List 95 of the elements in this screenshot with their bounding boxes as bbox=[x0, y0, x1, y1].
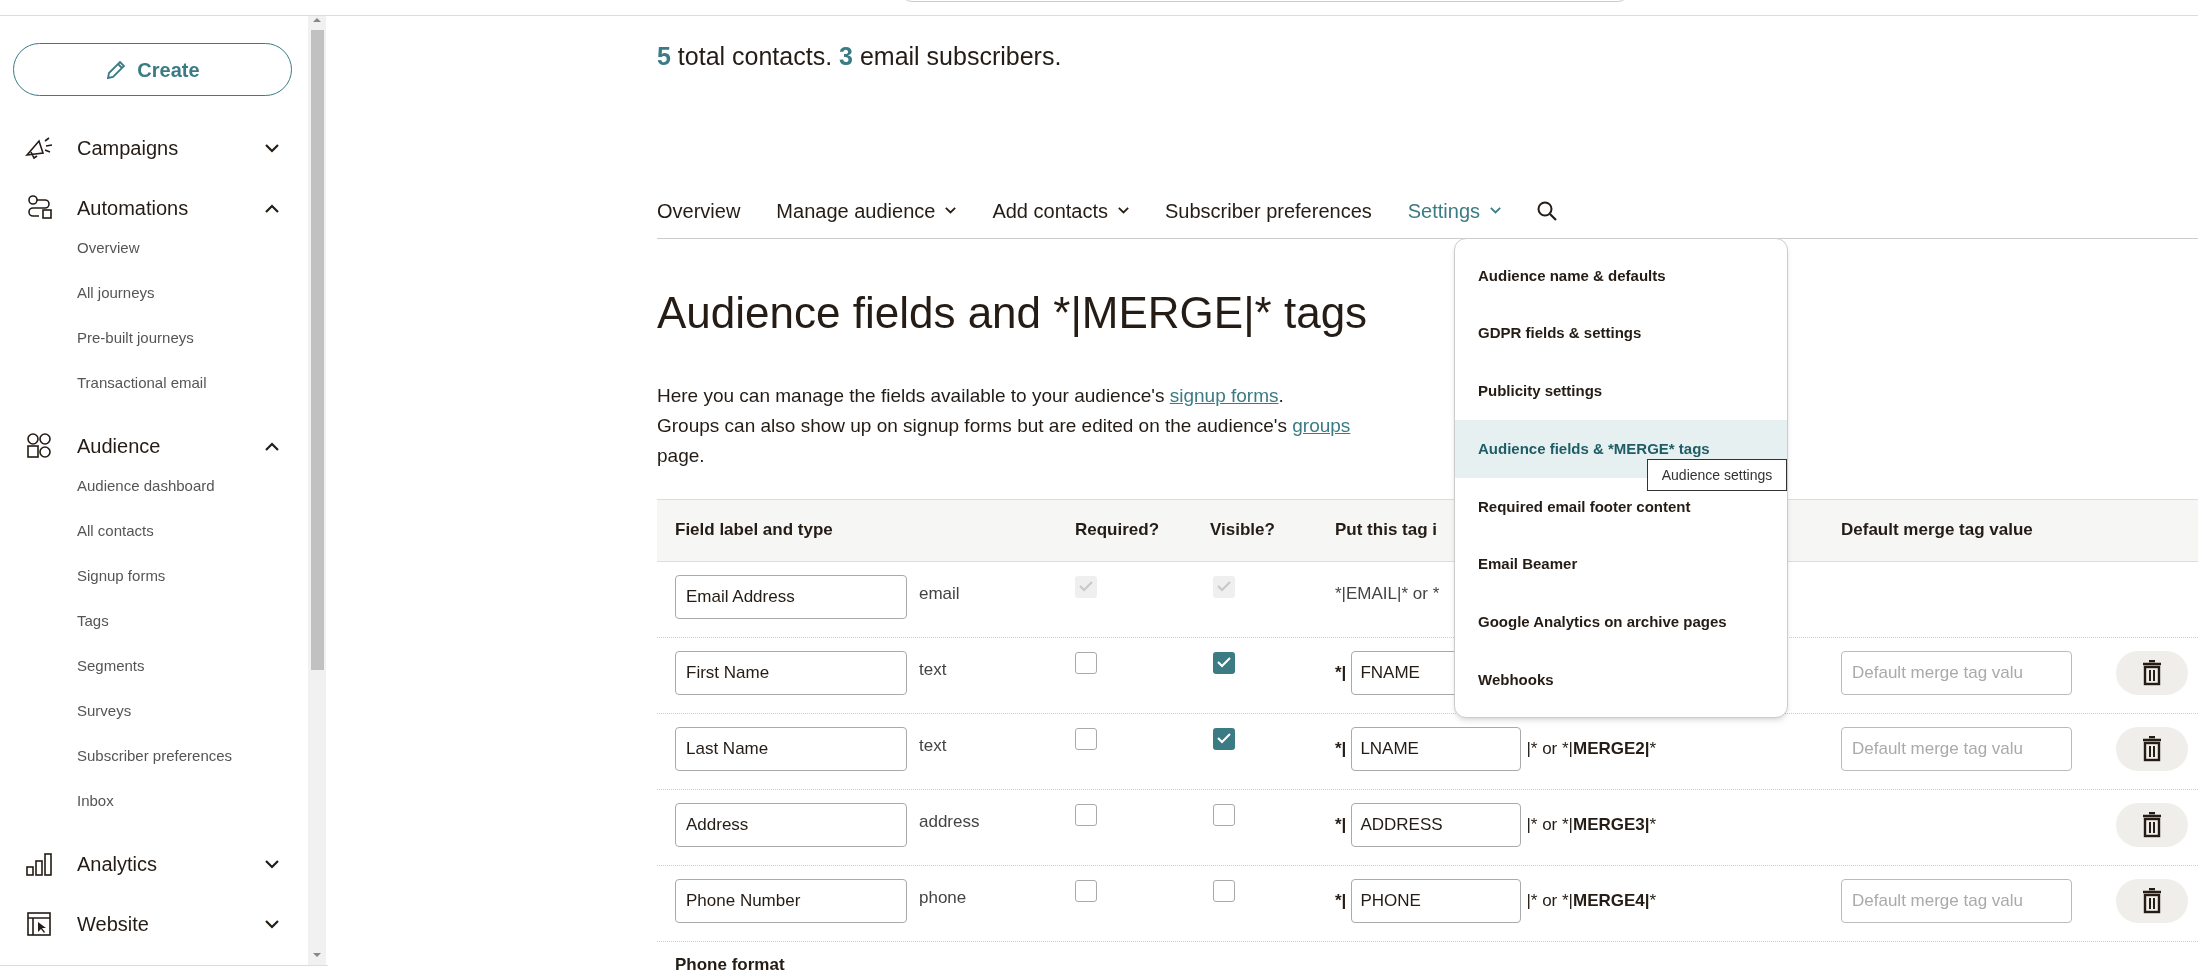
checkbox[interactable] bbox=[1213, 651, 1235, 674]
column-header: Default merge tag value bbox=[1841, 520, 2033, 540]
text-link[interactable]: signup forms bbox=[1169, 384, 1279, 406]
text-field[interactable]: First Name bbox=[675, 650, 907, 695]
check-icon bbox=[1217, 581, 1231, 592]
tag-field[interactable]: LNAME bbox=[1351, 726, 1522, 771]
nav-tab[interactable]: Add contacts bbox=[992, 195, 1129, 226]
nav-subitem[interactable]: Surveys bbox=[77, 701, 132, 721]
nav-subitem[interactable]: Signup forms bbox=[77, 566, 166, 586]
text-field[interactable]: Email Address bbox=[675, 574, 907, 619]
text-link[interactable]: groups bbox=[1292, 414, 1351, 436]
checkbox[interactable] bbox=[1075, 879, 1097, 902]
nav-subitem[interactable]: All journeys bbox=[77, 283, 155, 303]
default-value-field[interactable]: Default merge tag valu bbox=[1841, 726, 2072, 771]
checkbox[interactable] bbox=[1075, 803, 1097, 826]
pencil-icon bbox=[105, 58, 128, 81]
nav-subitem[interactable]: Overview bbox=[77, 238, 140, 258]
nav-subitem[interactable]: Segments bbox=[77, 656, 145, 676]
text-field[interactable]: Last Name bbox=[675, 726, 907, 771]
chevron-up-icon[interactable] bbox=[265, 203, 279, 213]
trash-icon bbox=[2142, 887, 2162, 914]
column-header: Field label and type bbox=[675, 520, 833, 540]
tag-delimiter: *| bbox=[1335, 737, 1347, 760]
nav-tab[interactable]: Manage audience bbox=[776, 195, 957, 226]
checkbox[interactable] bbox=[1213, 727, 1235, 750]
menu-item[interactable]: GDPR fields & settings bbox=[1455, 304, 1787, 363]
checkbox[interactable] bbox=[1075, 651, 1097, 674]
default-value-field[interactable]: Default merge tag valu bbox=[1841, 650, 2072, 695]
menu-item[interactable]: Google Analytics on archive pages bbox=[1455, 593, 1787, 652]
field-type: text bbox=[919, 658, 947, 681]
merge-tag-text: |* or *|MERGE3|* bbox=[1526, 813, 1657, 836]
field-type: address bbox=[919, 810, 980, 833]
trash-icon bbox=[2142, 659, 2162, 686]
megaphone-icon bbox=[25, 135, 55, 161]
search-icon[interactable] bbox=[1537, 200, 1558, 221]
menu-item[interactable]: Audience name & defaults bbox=[1455, 247, 1787, 305]
nav-subitem[interactable]: Subscriber preferences bbox=[77, 746, 233, 766]
nav-item[interactable]: Analytics bbox=[77, 849, 265, 879]
column-header: Put this tag i bbox=[1335, 520, 1437, 540]
flow-icon bbox=[25, 194, 55, 222]
check-icon bbox=[1217, 657, 1231, 668]
checkbox[interactable] bbox=[1075, 727, 1097, 750]
chevron-down-icon[interactable] bbox=[265, 859, 279, 869]
chevron-down-icon[interactable] bbox=[265, 919, 279, 929]
nav-item[interactable]: Automations bbox=[77, 193, 265, 223]
tag-delimiter: *| bbox=[1335, 813, 1347, 836]
text-field[interactable]: Phone Number bbox=[675, 878, 907, 923]
tag-delimiter: *| bbox=[1335, 661, 1347, 684]
merge-tag-text: |* or *|MERGE4|* bbox=[1526, 889, 1657, 912]
nav-subitem[interactable]: Inbox bbox=[77, 791, 114, 811]
checkbox[interactable] bbox=[1213, 803, 1235, 826]
delete-button[interactable] bbox=[2116, 650, 2188, 695]
nav-tab[interactable]: Settings bbox=[1407, 195, 1502, 226]
nav-subitem[interactable]: All contacts bbox=[77, 521, 154, 541]
scrollbar-thumb[interactable] bbox=[310, 30, 324, 670]
section-label: Phone format bbox=[675, 953, 785, 976]
nav-subitem[interactable]: Tags bbox=[77, 611, 109, 631]
check-icon bbox=[1079, 581, 1093, 592]
tag-field[interactable]: PHONE bbox=[1351, 878, 1522, 923]
nav-subitem[interactable]: Pre-built journeys bbox=[77, 328, 194, 348]
page-heading: Audience fields and *|MERGE|* tags bbox=[657, 286, 1368, 339]
trash-icon bbox=[2142, 735, 2162, 762]
trash-icon bbox=[2142, 811, 2162, 838]
nav-tab[interactable]: Overview bbox=[657, 195, 741, 226]
merge-tag-text: |* or *|MERGE2|* bbox=[1526, 737, 1657, 760]
tag-field[interactable]: ADDRESS bbox=[1351, 802, 1522, 847]
check-icon bbox=[1217, 733, 1231, 744]
menu-item[interactable]: Email Beamer bbox=[1455, 535, 1787, 594]
scrollbar[interactable] bbox=[308, 16, 326, 965]
contact-summary: 5 total contacts. 3 email subscribers. bbox=[657, 41, 1062, 72]
text-field[interactable]: Address bbox=[675, 802, 907, 847]
merge-tag-text: *|EMAIL|* or * bbox=[1335, 582, 1440, 605]
nav-tab[interactable]: Subscriber preferences bbox=[1165, 195, 1372, 226]
nav-subitem[interactable]: Audience dashboard bbox=[77, 476, 215, 496]
nav-item[interactable]: Audience bbox=[77, 431, 265, 461]
column-header: Visible? bbox=[1210, 520, 1275, 540]
column-header: Required? bbox=[1075, 520, 1160, 540]
delete-button[interactable] bbox=[2116, 726, 2188, 771]
chevron-down-icon[interactable] bbox=[265, 143, 279, 153]
tooltip: Audience settings bbox=[1647, 459, 1787, 491]
default-value-field[interactable]: Default merge tag valu bbox=[1841, 878, 2072, 923]
nav-item[interactable]: Campaigns bbox=[77, 133, 265, 163]
tag-delimiter: *| bbox=[1335, 889, 1347, 912]
nav-item[interactable]: Website bbox=[77, 909, 265, 939]
nav-subitem[interactable]: Transactional email bbox=[77, 373, 207, 393]
delete-button[interactable] bbox=[2116, 878, 2188, 923]
field-type: text bbox=[919, 734, 947, 757]
field-type: phone bbox=[919, 886, 967, 909]
field-type: email bbox=[919, 582, 960, 605]
chevron-up-icon[interactable] bbox=[265, 441, 279, 451]
bar-chart-icon bbox=[25, 851, 55, 877]
menu-item[interactable]: Publicity settings bbox=[1455, 362, 1787, 421]
delete-button[interactable] bbox=[2116, 802, 2188, 847]
intro-text: Here you can manage the fields available to your audience's signup forms. Groups can also show up on signup forms but are edited on the audience's groups page. bbox=[657, 383, 1352, 468]
checkbox[interactable] bbox=[1213, 879, 1235, 902]
